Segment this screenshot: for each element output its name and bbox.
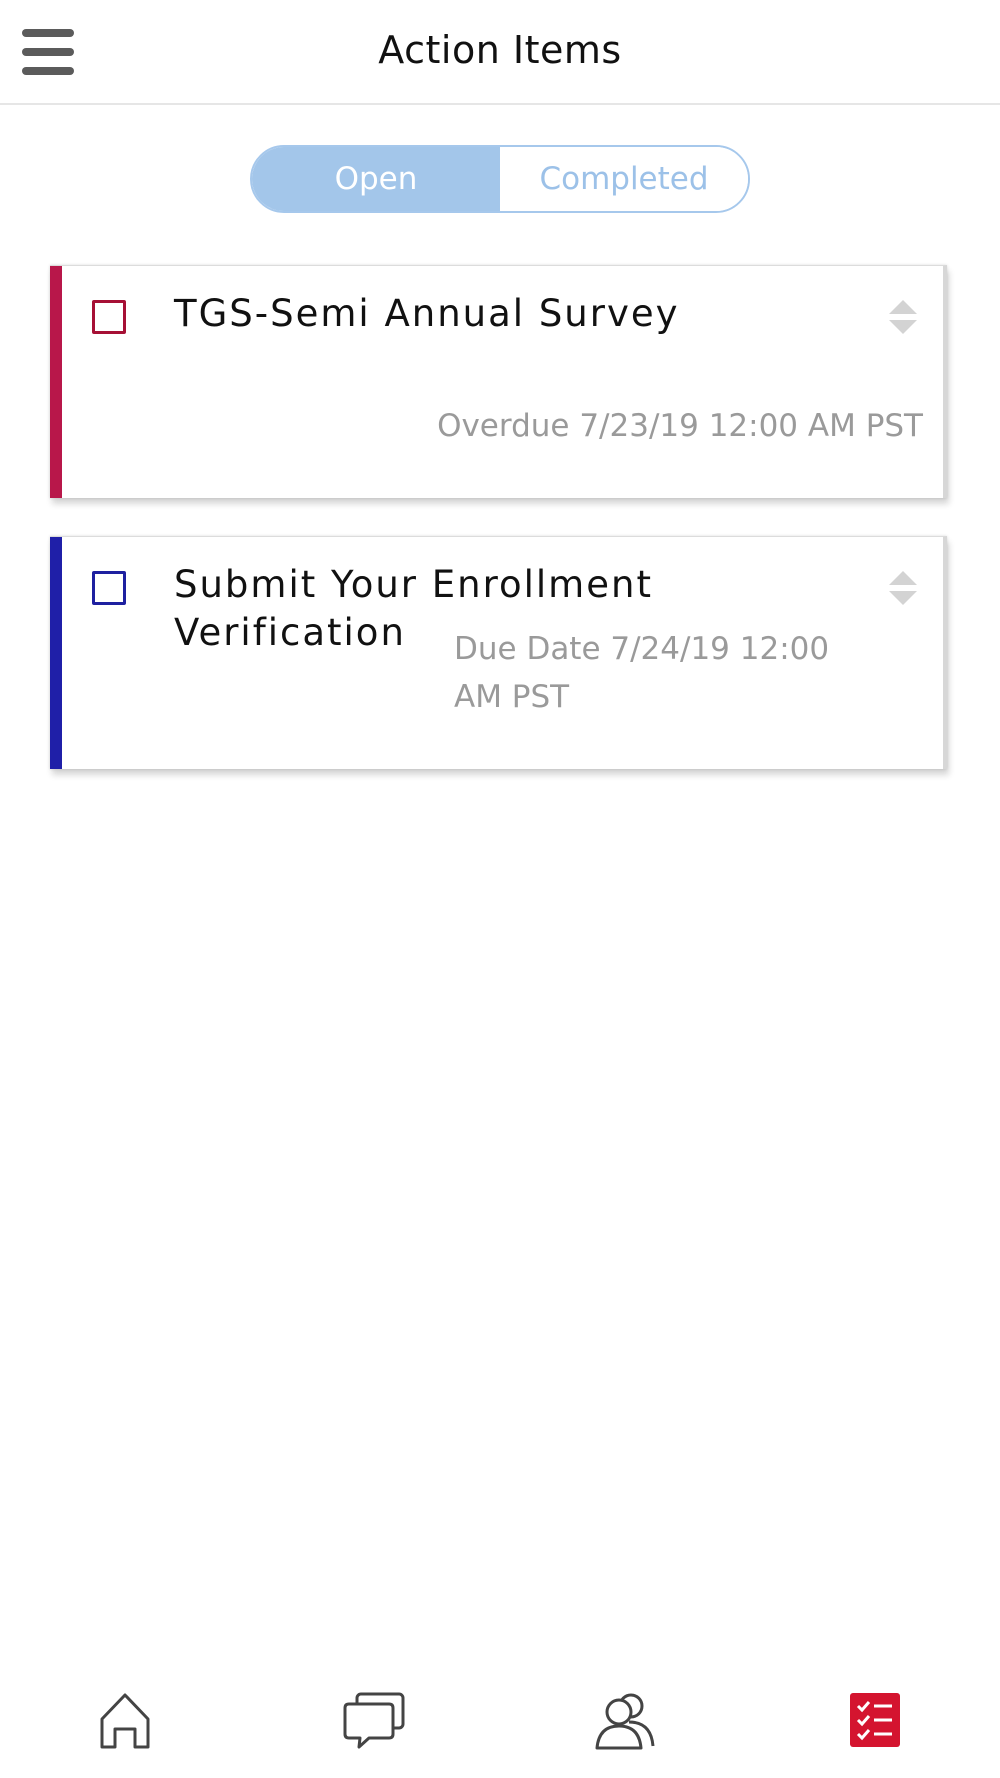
due-date-text: Overdue 7/23/19 12:00 AM PST [437,408,923,444]
action-item-card[interactable]: TGS-Semi Annual Survey Overdue 7/23/19 1… [50,265,947,498]
chat-icon [343,1692,405,1749]
nav-messages[interactable] [335,1685,415,1755]
status-accent-bar [50,537,62,769]
action-item-checkbox[interactable] [92,300,126,334]
status-segmented-control: Open Completed [250,145,750,213]
checklist-icon [850,1693,900,1747]
status-accent-bar [50,266,62,498]
app-root: Action Items Open Completed TGS-Semi Ann… [0,0,1000,1778]
action-item-checkbox[interactable] [92,571,126,605]
home-icon [100,1693,150,1749]
sort-arrows-icon [889,300,917,334]
page-title: Action Items [378,28,622,72]
action-item-title: TGS-Semi Annual Survey [174,292,680,335]
people-icon [595,1693,655,1750]
due-date-text: Due Date 7/24/19 12:00 AM PST [454,631,830,715]
nav-home[interactable] [85,1685,165,1755]
reorder-handle-icon[interactable] [887,298,919,336]
action-item-card[interactable]: Submit Your Enrollment Verification Due … [50,536,947,769]
tab-open[interactable]: Open [252,147,500,211]
tab-completed[interactable]: Completed [500,147,748,211]
reorder-handle-icon[interactable] [887,569,919,607]
sort-arrows-icon [889,571,917,605]
nav-action-items[interactable] [835,1685,915,1755]
bottom-navigation [0,1660,1000,1778]
nav-people[interactable] [585,1685,665,1755]
top-bar: Action Items [0,0,1000,105]
